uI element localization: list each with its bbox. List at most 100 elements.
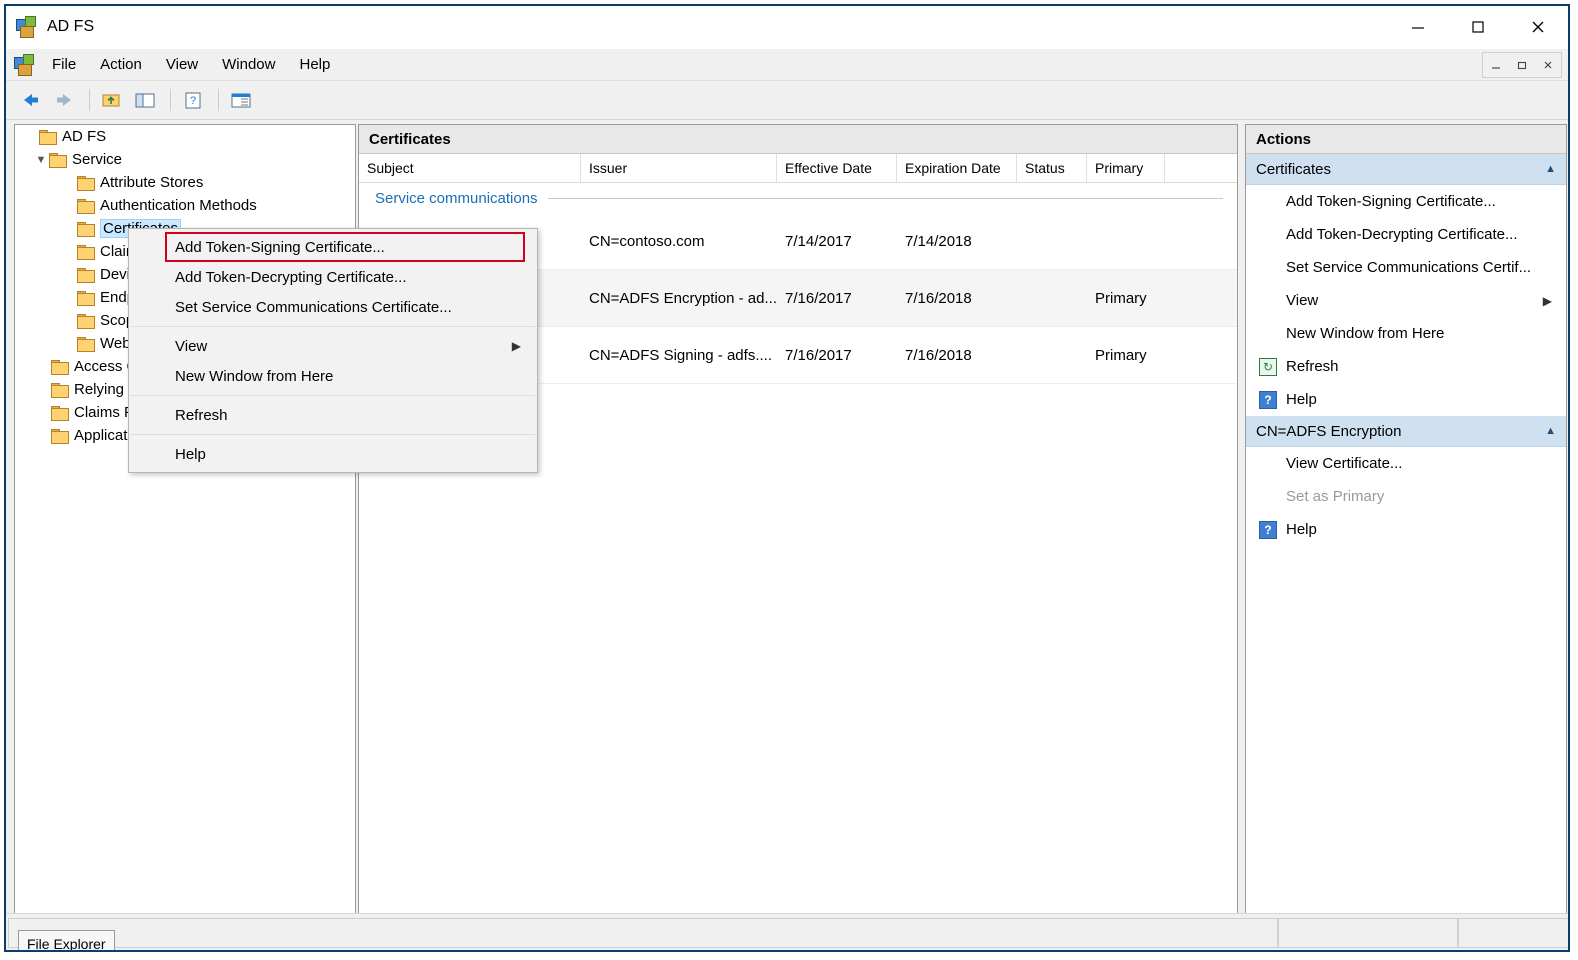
cell-issuer: CN=ADFS Encryption - ad... xyxy=(589,289,777,307)
up-folder-icon[interactable] xyxy=(97,86,127,114)
action-refresh[interactable]: ↻ Refresh xyxy=(1246,350,1566,383)
folder-icon xyxy=(77,336,95,352)
column-header-expiration-date[interactable]: Expiration Date xyxy=(897,154,1017,182)
chevron-up-icon[interactable]: ▲ xyxy=(1545,163,1556,175)
cell-issuer: CN=contoso.com xyxy=(589,232,705,250)
group-divider xyxy=(547,197,1223,199)
tree-root-label: AD FS xyxy=(62,128,107,145)
context-menu-item-refresh[interactable]: Refresh xyxy=(129,400,537,430)
status-segment-middle xyxy=(1278,918,1458,948)
action-view[interactable]: View ▶ xyxy=(1246,284,1566,317)
action-set-service-communications-certificate[interactable]: Set Service Communications Certif... xyxy=(1246,251,1566,284)
back-icon[interactable] xyxy=(16,86,46,114)
tree-item-label: Attribute Stores xyxy=(100,174,204,191)
cell-primary: Primary xyxy=(1095,346,1147,364)
mdi-close-icon[interactable] xyxy=(1535,53,1561,77)
group-label: Service communications xyxy=(375,189,538,207)
svg-text:?: ? xyxy=(190,95,196,107)
column-header-subject[interactable]: Subject xyxy=(359,154,581,182)
folder-icon xyxy=(77,290,95,306)
context-menu[interactable]: Add Token-Signing Certificate... Add Tok… xyxy=(128,228,538,473)
action-label: New Window from Here xyxy=(1286,325,1445,342)
list-group-service-communications: Service communications xyxy=(359,183,1237,213)
show-hide-tree-icon[interactable] xyxy=(130,86,160,114)
context-menu-item-set-service-communications-certificate[interactable]: Set Service Communications Certificate..… xyxy=(129,292,537,322)
chevron-right-icon: ▶ xyxy=(1542,293,1552,308)
context-menu-item-label: Refresh xyxy=(175,406,228,424)
action-label: Help xyxy=(1286,391,1317,408)
chevron-up-icon[interactable]: ▲ xyxy=(1545,425,1556,437)
menu-view[interactable]: View xyxy=(154,52,210,77)
folder-icon xyxy=(51,405,69,421)
column-header-status[interactable]: Status xyxy=(1017,154,1087,182)
folder-icon xyxy=(51,382,69,398)
cell-effective-date: 7/16/2017 xyxy=(785,289,852,307)
folder-icon xyxy=(77,175,95,191)
folder-icon xyxy=(77,313,95,329)
context-menu-separator xyxy=(131,434,535,435)
chevron-down-icon[interactable]: ▼ xyxy=(33,154,49,166)
action-label: Refresh xyxy=(1286,358,1339,375)
action-label: View Certificate... xyxy=(1286,455,1403,472)
window-title: AD FS xyxy=(47,18,95,35)
context-menu-item-view[interactable]: View ▶ xyxy=(129,331,537,361)
minimize-icon[interactable] xyxy=(1388,6,1448,48)
tree-item-label: Authentication Methods xyxy=(100,197,257,214)
folder-icon xyxy=(77,198,95,214)
adfs-icon xyxy=(16,16,38,38)
help-icon[interactable]: ? xyxy=(178,86,208,114)
context-menu-item-label: Set Service Communications Certificate..… xyxy=(175,298,452,316)
actions-section-certificates[interactable]: Certificates ▲ xyxy=(1246,154,1566,185)
menu-window[interactable]: Window xyxy=(210,52,287,77)
list-title: Certificates xyxy=(359,125,1237,154)
menu-adfs-icon xyxy=(14,53,36,76)
main-panes: AD FS ▼ Service Attribute Stores Authent… xyxy=(6,121,1568,950)
context-menu-item-new-window-from-here[interactable]: New Window from Here xyxy=(129,361,537,391)
menu-action[interactable]: Action xyxy=(88,52,154,77)
action-label: Set as Primary xyxy=(1286,488,1385,505)
action-help[interactable]: ? Help xyxy=(1246,383,1566,416)
mdi-restore-icon[interactable] xyxy=(1509,53,1535,77)
adfs-management-window: AD FS File Action View Window Help ? AD … xyxy=(4,4,1570,952)
cell-effective-date: 7/14/2017 xyxy=(785,232,852,250)
context-menu-item-help[interactable]: Help xyxy=(129,439,537,469)
action-help-certificate[interactable]: ? Help xyxy=(1246,513,1566,546)
context-menu-item-add-token-signing-certificate[interactable]: Add Token-Signing Certificate... xyxy=(165,232,525,262)
context-menu-item-label: View xyxy=(175,337,208,355)
action-set-as-primary: Set as Primary xyxy=(1246,480,1566,513)
tree-item-authentication-methods[interactable]: Authentication Methods xyxy=(15,194,355,217)
action-view-certificate[interactable]: View Certificate... xyxy=(1246,447,1566,480)
tree-item-service[interactable]: ▼ Service xyxy=(15,148,355,171)
column-header-primary[interactable]: Primary xyxy=(1087,154,1165,182)
mdi-minimize-icon[interactable] xyxy=(1483,53,1509,77)
actions-section-cn-adfs-encryption[interactable]: CN=ADFS Encryption ▲ xyxy=(1246,416,1566,447)
action-new-window-from-here[interactable]: New Window from Here xyxy=(1246,317,1566,350)
taskbar-button-label: File Explorer xyxy=(27,936,106,952)
column-header-issuer[interactable]: Issuer xyxy=(581,154,777,182)
help-icon: ? xyxy=(1258,390,1278,410)
menu-bar: File Action View Window Help xyxy=(6,49,1568,81)
folder-icon xyxy=(51,359,69,375)
folder-icon xyxy=(77,244,95,260)
list-column-headers: Subject Issuer Effective Date Expiration… xyxy=(359,154,1237,183)
action-add-token-decrypting-certificate[interactable]: Add Token-Decrypting Certificate... xyxy=(1246,218,1566,251)
cell-primary: Primary xyxy=(1095,289,1147,307)
close-icon[interactable] xyxy=(1508,6,1568,48)
menu-help[interactable]: Help xyxy=(287,52,342,77)
chevron-right-icon: ▶ xyxy=(511,339,521,353)
title-bar: AD FS xyxy=(6,6,1568,49)
context-menu-item-add-token-decrypting-certificate[interactable]: Add Token-Decrypting Certificate... xyxy=(129,262,537,292)
folder-icon xyxy=(49,152,67,168)
column-header-effective-date[interactable]: Effective Date xyxy=(777,154,897,182)
maximize-icon[interactable] xyxy=(1448,6,1508,48)
forward-icon[interactable] xyxy=(49,86,79,114)
tree-item-root[interactable]: AD FS xyxy=(15,125,355,148)
taskbar-file-explorer-button[interactable]: File Explorer xyxy=(18,930,115,952)
action-add-token-signing-certificate[interactable]: Add Token-Signing Certificate... xyxy=(1246,185,1566,218)
action-label: Add Token-Signing Certificate... xyxy=(1286,193,1496,210)
menu-file[interactable]: File xyxy=(40,52,88,77)
tree-item-attribute-stores[interactable]: Attribute Stores xyxy=(15,171,355,194)
properties-icon[interactable] xyxy=(226,86,256,114)
context-menu-item-label: Add Token-Signing Certificate... xyxy=(175,238,385,256)
context-menu-item-label: Add Token-Decrypting Certificate... xyxy=(175,268,407,286)
